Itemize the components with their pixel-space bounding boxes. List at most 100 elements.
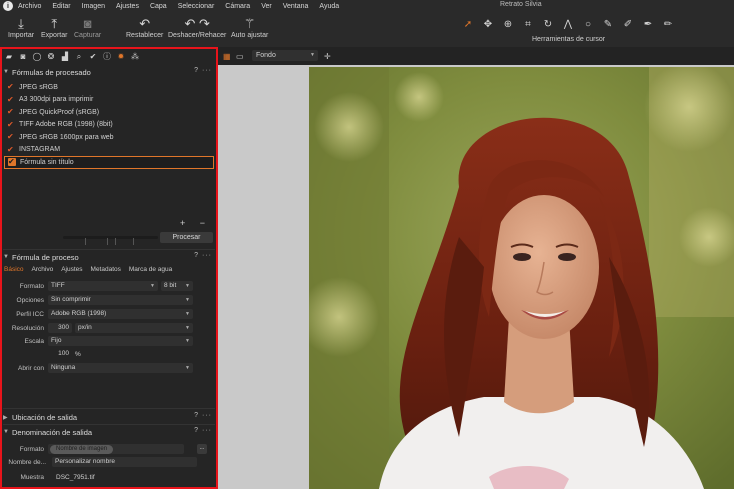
- recipe-label: INSTAGRAM: [19, 146, 61, 154]
- menu-ver[interactable]: Ver: [261, 3, 272, 10]
- naming-format-field[interactable]: Nombre de imagen: [48, 444, 184, 454]
- menu-capa[interactable]: Capa: [150, 3, 167, 10]
- process-recipe-header-actions[interactable]: ? ···: [194, 252, 212, 259]
- checkmark-icon[interactable]: ✔: [7, 120, 15, 129]
- pen-icon[interactable]: ✒: [638, 19, 658, 30]
- naming-sample-value: DSC_7951.tif: [56, 473, 95, 481]
- add-remove-recipe-buttons[interactable]: + −: [180, 218, 211, 228]
- recipe-item[interactable]: ✔ JPEG QuickProof (sRGB): [4, 106, 214, 119]
- checkmark-icon[interactable]: ✔: [7, 83, 15, 91]
- exposure-tab-icon[interactable]: ▟: [59, 51, 71, 63]
- scale-select[interactable]: Fijo ▼: [48, 336, 193, 346]
- add-variant-icon[interactable]: ✛: [324, 52, 331, 61]
- zoom-icon[interactable]: ⊕: [498, 19, 518, 30]
- spot-removal-icon[interactable]: ○: [578, 19, 598, 30]
- camera-tab-icon[interactable]: ◙: [17, 51, 29, 63]
- batch-tab-icon[interactable]: ⁂: [129, 51, 141, 63]
- checkmark-icon[interactable]: ✔: [7, 95, 15, 104]
- checkmark-icon[interactable]: ✔: [8, 158, 16, 167]
- keystone-icon[interactable]: ⋀: [558, 19, 578, 30]
- lens-tab-icon[interactable]: ◯: [31, 51, 43, 63]
- recipe-item[interactable]: ✔ JPEG sRGB: [4, 81, 214, 94]
- select-cursor-icon[interactable]: ➚: [458, 19, 478, 30]
- capture-button[interactable]: ◙ Capturar: [74, 15, 101, 39]
- process-button[interactable]: Procesar: [160, 232, 213, 243]
- format-select[interactable]: TIFF ▼: [48, 281, 158, 291]
- naming-format-more-button[interactable]: ...: [197, 444, 207, 454]
- import-button[interactable]: ⤓ Importar: [8, 15, 34, 39]
- checkmark-icon[interactable]: ✔: [7, 133, 15, 141]
- menu-ajustes[interactable]: Ajustes: [116, 3, 139, 10]
- scale-percent-input[interactable]: 100: [48, 349, 72, 359]
- recipe-item[interactable]: ✔ JPEG sRGB 1600px para web: [4, 131, 214, 144]
- output-tab-icon[interactable]: ✹: [115, 51, 127, 63]
- resolution-unit-select[interactable]: px/in ▼: [75, 323, 193, 333]
- undo-redo-button[interactable]: ↶ ↷ Deshacer/Rehacer: [168, 15, 226, 39]
- resolution-input[interactable]: 300: [48, 323, 72, 333]
- details-tab-icon[interactable]: ⌕: [73, 51, 85, 63]
- options-select[interactable]: Sin comprimir ▼: [48, 295, 193, 305]
- single-view-icon[interactable]: ▭: [236, 52, 244, 61]
- recipe-item[interactable]: ✔ TIFF Adobe RGB (1998) (8bit): [4, 119, 214, 132]
- recipe-label: JPEG QuickProof (sRGB): [19, 108, 100, 116]
- rotate-icon[interactable]: ↻: [538, 19, 558, 30]
- capture-label: Capturar: [74, 32, 102, 39]
- background-select[interactable]: Fondo ▼: [252, 50, 318, 61]
- tab-basico[interactable]: Básico: [4, 266, 24, 276]
- recipe-label: JPEG sRGB 1600px para web: [19, 133, 114, 141]
- tab-ajustes[interactable]: Ajustes: [61, 266, 82, 276]
- reset-button[interactable]: ↶ Restablecer: [126, 15, 163, 39]
- recipe-item[interactable]: ✔ A3 300dpi para imprimir: [4, 94, 214, 107]
- menu-archivo[interactable]: Archivo: [18, 3, 41, 10]
- pan-icon[interactable]: ✥: [478, 19, 498, 30]
- process-recipe-section-header[interactable]: ▼ Fórmula de proceso ? ···: [3, 251, 215, 263]
- crop-icon[interactable]: ⌗: [518, 19, 538, 30]
- tab-archivo[interactable]: Archivo: [32, 266, 54, 276]
- process-slider[interactable]: [63, 236, 158, 245]
- library-tab-icon[interactable]: ▰: [3, 51, 15, 63]
- naming-name-row: Nombre de... Personalizar nombre: [4, 456, 214, 468]
- menu-camara[interactable]: Cámara: [225, 3, 250, 10]
- menu-ventana[interactable]: Ventana: [283, 3, 309, 10]
- checkmark-icon[interactable]: ✔: [7, 108, 15, 116]
- recipes-section-header[interactable]: ▼ Fórmulas de procesado ? ···: [3, 66, 215, 78]
- color-picker-icon[interactable]: ✎: [598, 19, 618, 30]
- output-naming-section-header[interactable]: ▼ Denominación de salida ? ···: [3, 426, 215, 438]
- output-location-header-actions[interactable]: ? ···: [194, 412, 212, 419]
- open-with-select[interactable]: Ninguna ▼: [48, 363, 193, 373]
- auto-adjust-button[interactable]: ⚚ Auto ajustar: [231, 15, 268, 39]
- recipe-item-selected[interactable]: ✔ Fórmula sin título: [4, 156, 214, 169]
- tab-marca-de-agua[interactable]: Marca de agua: [129, 266, 172, 276]
- output-location-section-header[interactable]: ▶ Ubicación de salida ? ···: [3, 411, 215, 423]
- chevron-down-icon: ▼: [185, 283, 190, 289]
- bit-depth-select[interactable]: 8 bit ▼: [161, 281, 193, 291]
- annotate-icon[interactable]: ✏: [658, 19, 678, 30]
- recipes-header-actions[interactable]: ? ···: [194, 67, 212, 74]
- naming-sample-label: Muestra: [20, 473, 44, 481]
- output-naming-header-actions[interactable]: ? ···: [194, 427, 212, 434]
- brush-icon[interactable]: ✐: [618, 19, 638, 30]
- menu-bar: i Archivo Editar Imagen Ajustes Capa Sel…: [0, 0, 734, 12]
- menu-ayuda[interactable]: Ayuda: [319, 3, 339, 10]
- menu-editar[interactable]: Editar: [52, 3, 70, 10]
- tab-metadatos[interactable]: Metadatos: [91, 266, 121, 276]
- format-label: Formato: [19, 282, 44, 290]
- recipe-item[interactable]: ✔ INSTAGRAM: [4, 144, 214, 157]
- chevron-down-icon: ▼: [185, 325, 190, 331]
- output-naming-title: Denominación de salida: [12, 427, 93, 437]
- image-name-token[interactable]: Nombre de imagen: [50, 444, 114, 454]
- image-viewer[interactable]: [218, 65, 734, 489]
- icc-select[interactable]: Adobe RGB (1998) ▼: [48, 309, 193, 319]
- app-info-icon[interactable]: i: [3, 1, 13, 11]
- adjustments-tab-icon[interactable]: ✔: [87, 51, 99, 63]
- metadata-tab-icon[interactable]: ⓘ: [101, 51, 113, 63]
- checkmark-icon[interactable]: ✔: [7, 145, 15, 154]
- color-tab-icon[interactable]: ❂: [45, 51, 57, 63]
- format-value: TIFF: [51, 282, 65, 289]
- chevron-down-icon: ▼: [3, 429, 9, 435]
- export-button[interactable]: ⤒ Exportar: [41, 15, 67, 39]
- grid-view-icon[interactable]: ▦: [223, 52, 231, 61]
- menu-seleccionar[interactable]: Seleccionar: [178, 3, 215, 10]
- menu-imagen[interactable]: Imagen: [82, 3, 105, 10]
- custom-name-input[interactable]: Personalizar nombre: [52, 457, 197, 467]
